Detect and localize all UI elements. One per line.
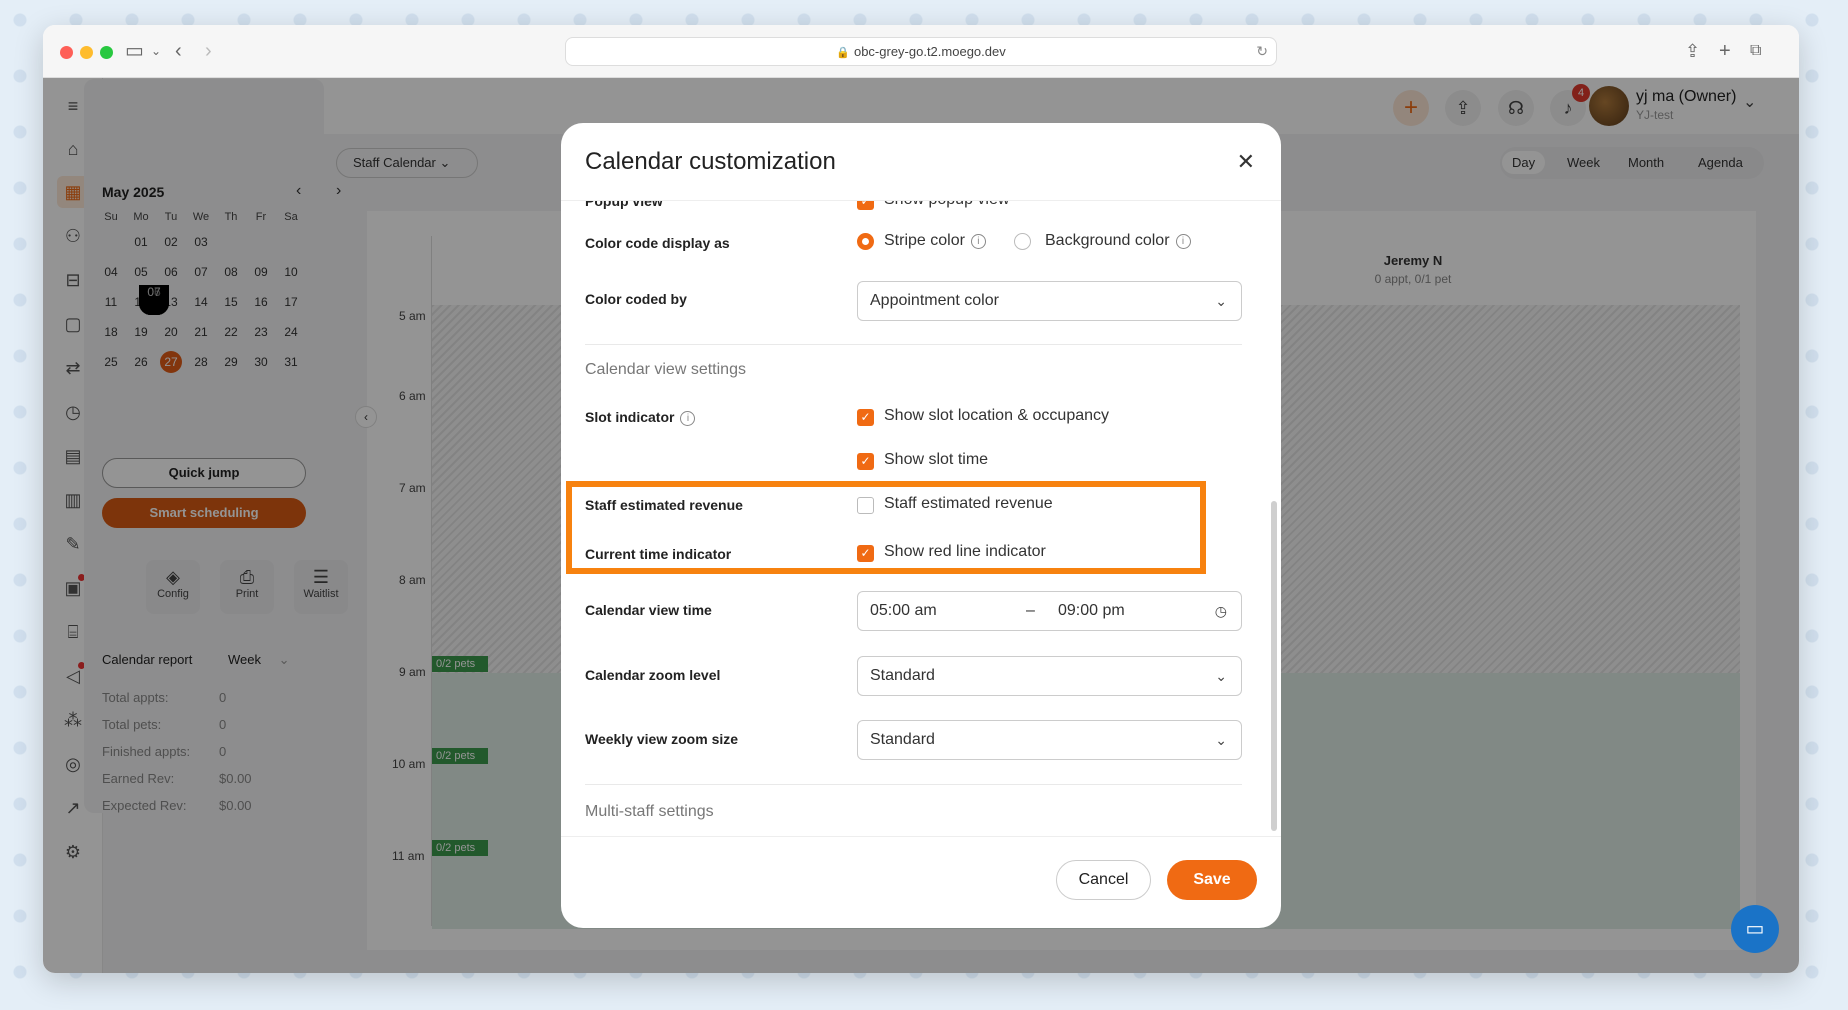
time-indicator-label: Current time indicator bbox=[585, 546, 732, 562]
info-icon[interactable]: i bbox=[680, 411, 696, 426]
color-coded-by-select[interactable]: Appointment color ⌄ bbox=[857, 281, 1242, 321]
divider bbox=[561, 836, 1281, 837]
divider bbox=[585, 344, 1242, 345]
cancel-button[interactable]: Cancel bbox=[1056, 860, 1151, 900]
view-time-range[interactable]: 05:00 am – 09:00 pm ◷ bbox=[857, 591, 1242, 631]
color-coded-by-label: Color coded by bbox=[585, 291, 687, 307]
weekly-zoom-label: Weekly view zoom size bbox=[585, 731, 739, 747]
chevron-down-icon: ⌄ bbox=[1215, 668, 1227, 684]
time-range-separator: – bbox=[1026, 602, 1035, 619]
background-color-option: Background color i bbox=[1045, 232, 1191, 250]
close-icon[interactable]: ✕ bbox=[1237, 149, 1255, 175]
chat-icon[interactable]: ▭ bbox=[1731, 905, 1779, 953]
chevron-down-icon: ⌄ bbox=[1215, 732, 1227, 748]
divider bbox=[585, 784, 1242, 785]
background-color-label: Background color bbox=[1045, 232, 1170, 249]
weekly-zoom-value: Standard bbox=[870, 731, 935, 748]
staff-revenue-label: Staff estimated revenue bbox=[585, 497, 743, 513]
zoom-level-select[interactable]: Standard ⌄ bbox=[857, 656, 1242, 696]
modal-overlay: Calendar customization ✕ Popup view ✓ Sh… bbox=[0, 0, 1848, 1010]
popup-view-option: Show popup view bbox=[884, 201, 1009, 209]
clock-icon: ◷ bbox=[1214, 603, 1227, 619]
view-time-start[interactable]: 05:00 am bbox=[870, 602, 937, 619]
chevron-down-icon: ⌄ bbox=[1215, 293, 1227, 309]
weekly-zoom-select[interactable]: Standard ⌄ bbox=[857, 720, 1242, 760]
section-multi-staff-settings: Multi-staff settings bbox=[585, 803, 714, 820]
info-icon[interactable]: i bbox=[1175, 234, 1191, 249]
staff-revenue-checkbox[interactable] bbox=[857, 497, 874, 514]
time-indicator-option: Show red line indicator bbox=[884, 543, 1046, 560]
save-button[interactable]: Save bbox=[1167, 860, 1257, 900]
staff-revenue-option: Staff estimated revenue bbox=[884, 495, 1053, 512]
view-time-label: Calendar view time bbox=[585, 602, 712, 618]
background-color-radio[interactable] bbox=[1014, 233, 1031, 250]
slot-location-option: Show slot location & occupancy bbox=[884, 407, 1110, 424]
info-icon[interactable]: i bbox=[970, 234, 986, 249]
time-indicator-checkbox[interactable]: ✓ bbox=[857, 545, 874, 562]
stripe-color-option: Stripe color i bbox=[884, 232, 986, 250]
slot-time-checkbox[interactable]: ✓ bbox=[857, 453, 874, 470]
slot-indicator-text: Slot indicator bbox=[585, 409, 675, 425]
stripe-color-radio[interactable] bbox=[857, 233, 874, 250]
section-calendar-view-settings: Calendar view settings bbox=[585, 361, 746, 378]
dialog-body: Popup view ✓ Show popup view Color code … bbox=[561, 201, 1281, 836]
slot-time-option: Show slot time bbox=[884, 451, 989, 468]
slot-indicator-label: Slot indicator i bbox=[585, 409, 696, 426]
slot-location-checkbox[interactable]: ✓ bbox=[857, 409, 874, 426]
view-time-end[interactable]: 09:00 pm bbox=[1058, 592, 1125, 630]
dialog-title: Calendar customization bbox=[585, 148, 836, 175]
color-coded-by-value: Appointment color bbox=[870, 292, 999, 309]
scrollbar[interactable] bbox=[1271, 501, 1277, 831]
zoom-level-value: Standard bbox=[870, 667, 935, 684]
popup-view-label: Popup view bbox=[585, 201, 663, 209]
popup-view-checkbox[interactable]: ✓ bbox=[857, 201, 874, 210]
calendar-customization-dialog: Calendar customization ✕ Popup view ✓ Sh… bbox=[561, 123, 1281, 928]
zoom-level-label: Calendar zoom level bbox=[585, 667, 721, 683]
stripe-color-label: Stripe color bbox=[884, 232, 965, 249]
color-display-label: Color code display as bbox=[585, 235, 730, 251]
